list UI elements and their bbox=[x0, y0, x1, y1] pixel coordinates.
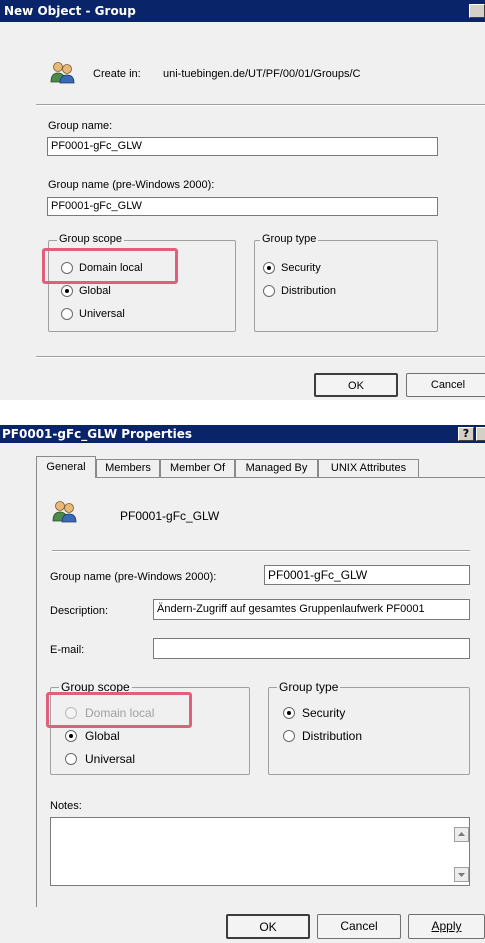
tab-unix-attributes-label: UNIX Attributes bbox=[330, 462, 407, 474]
tab-member-of-label: Member Of bbox=[169, 462, 225, 474]
group-scope-title: Group scope bbox=[57, 233, 124, 245]
notes-label: Notes: bbox=[50, 800, 82, 812]
prewin-name-label: Group name (pre-Windows 2000): bbox=[50, 571, 217, 583]
tab-general-label: General bbox=[46, 461, 86, 473]
properties-title: PF0001-gFc_GLW Properties bbox=[2, 427, 192, 441]
group-name-input[interactable]: PF0001-gFc_GLW bbox=[47, 137, 438, 156]
scope-universal-radio[interactable] bbox=[61, 308, 73, 320]
new-group-cancel-button[interactable]: Cancel bbox=[406, 373, 485, 397]
group-type-title: Group type bbox=[260, 233, 319, 245]
email-label: E-mail: bbox=[50, 644, 85, 656]
scope-global-radio[interactable] bbox=[65, 730, 77, 742]
separator-bottom bbox=[36, 356, 485, 358]
titlebar-button[interactable] bbox=[469, 4, 485, 18]
type-distribution-radio[interactable] bbox=[263, 285, 275, 297]
domain-local-highlight bbox=[46, 692, 192, 728]
scope-universal-radio[interactable] bbox=[65, 753, 77, 765]
tab-members-label: Members bbox=[105, 462, 151, 474]
new-group-title: New Object - Group bbox=[4, 4, 136, 18]
separator bbox=[36, 104, 485, 106]
type-security-radio[interactable] bbox=[263, 262, 275, 274]
tab-general[interactable]: General bbox=[36, 456, 96, 478]
group-name-label: Group name: bbox=[48, 120, 113, 132]
prewin-name-input[interactable]: PF0001-gFc_GLW bbox=[264, 565, 470, 585]
group-name-display: PF0001-gFc_GLW bbox=[120, 509, 220, 523]
prewin-name-label: Group name (pre-Windows 2000): bbox=[48, 179, 215, 191]
properties-ok-button[interactable]: OK bbox=[226, 914, 310, 939]
tab-managed-by-label: Managed By bbox=[245, 462, 308, 474]
type-distribution-label[interactable]: Distribution bbox=[281, 285, 336, 297]
new-group-dialog: New Object - Group Create in: uni-tuebin… bbox=[0, 0, 485, 400]
domain-local-highlight bbox=[42, 248, 178, 284]
create-in-label: Create in: bbox=[93, 68, 141, 80]
properties-dialog: PF0001-gFc_GLW Properties ? General Memb… bbox=[0, 425, 485, 943]
properties-cancel-button[interactable]: Cancel bbox=[317, 914, 401, 939]
scope-universal-label[interactable]: Universal bbox=[85, 752, 135, 766]
type-security-radio[interactable] bbox=[283, 707, 295, 719]
notes-value bbox=[51, 818, 469, 822]
scroll-down-icon[interactable] bbox=[454, 867, 469, 882]
scroll-up-icon[interactable] bbox=[454, 827, 469, 842]
prewin-name-input[interactable]: PF0001-gFc_GLW bbox=[47, 197, 438, 216]
scope-global-radio[interactable] bbox=[61, 285, 73, 297]
notes-textarea[interactable] bbox=[50, 817, 470, 886]
create-in-path: uni-tuebingen.de/UT/PF/00/01/Groups/C bbox=[163, 68, 361, 80]
email-input[interactable] bbox=[153, 638, 470, 659]
scope-global-label[interactable]: Global bbox=[79, 285, 111, 297]
description-label: Description: bbox=[50, 605, 109, 617]
scope-global-label[interactable]: Global bbox=[85, 729, 120, 743]
type-distribution-radio[interactable] bbox=[283, 730, 295, 742]
new-group-titlebar: New Object - Group bbox=[0, 0, 485, 22]
users-group-icon bbox=[52, 501, 77, 523]
type-security-label[interactable]: Security bbox=[281, 262, 321, 274]
tab-member-of[interactable]: Member Of bbox=[160, 459, 235, 478]
tab-managed-by[interactable]: Managed By bbox=[235, 459, 318, 478]
properties-titlebar: PF0001-gFc_GLW Properties ? bbox=[0, 425, 485, 443]
group-type-box: Group type bbox=[268, 680, 470, 775]
description-input[interactable]: Ändern-Zugriff auf gesamtes Gruppenlaufw… bbox=[153, 599, 470, 620]
help-button[interactable]: ? bbox=[458, 427, 474, 441]
close-button[interactable] bbox=[476, 427, 485, 441]
type-security-label[interactable]: Security bbox=[302, 706, 345, 720]
tab-unix-attributes[interactable]: UNIX Attributes bbox=[318, 459, 419, 478]
type-distribution-label[interactable]: Distribution bbox=[302, 729, 362, 743]
group-type-title: Group type bbox=[277, 680, 341, 694]
users-group-icon bbox=[50, 62, 75, 84]
tab-members[interactable]: Members bbox=[96, 459, 160, 478]
scope-universal-label[interactable]: Universal bbox=[79, 308, 125, 320]
new-group-ok-button[interactable]: OK bbox=[314, 373, 398, 397]
properties-apply-button[interactable]: Apply bbox=[408, 914, 485, 939]
separator bbox=[52, 550, 470, 552]
